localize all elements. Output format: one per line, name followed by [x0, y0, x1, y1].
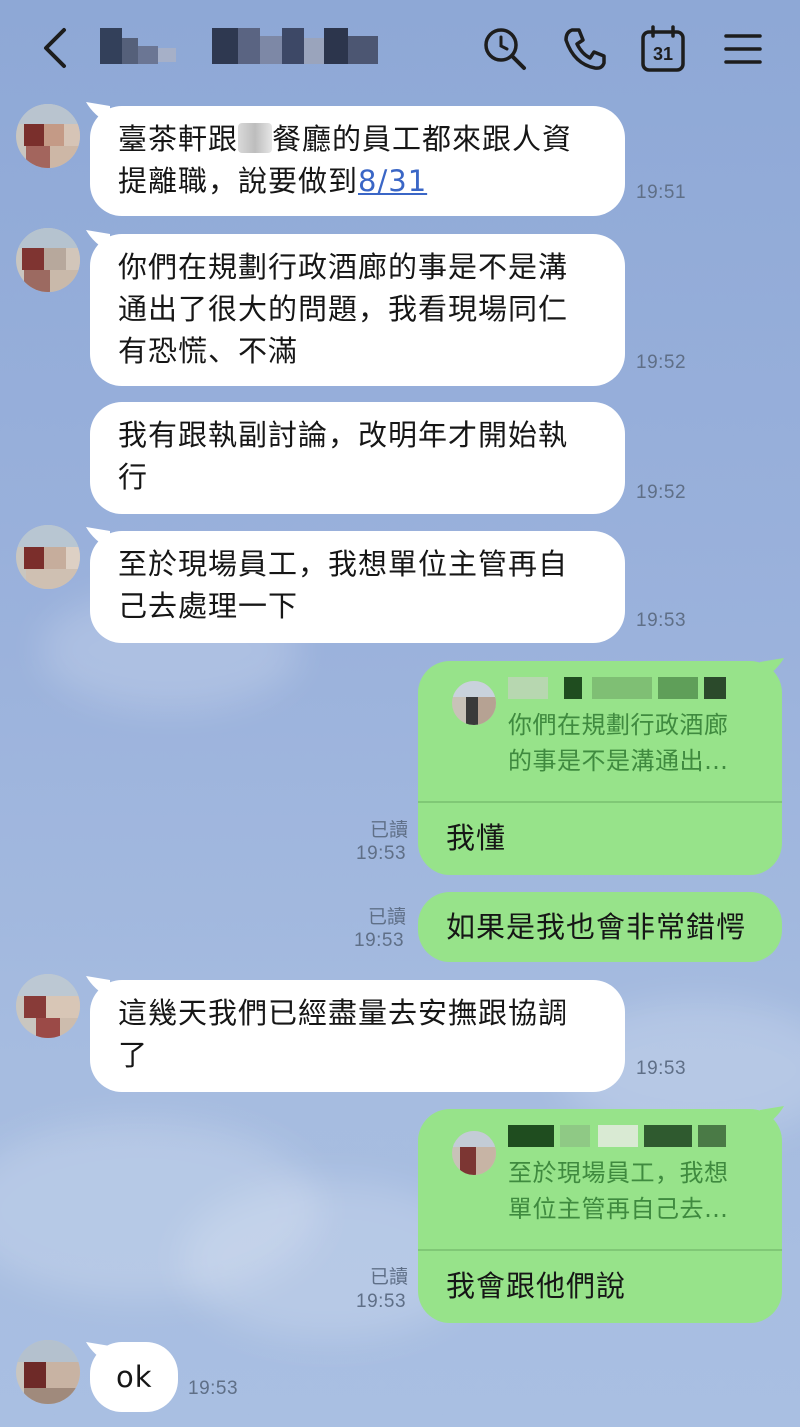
menu-icon	[724, 34, 762, 64]
quoted-sender-redacted	[508, 677, 744, 699]
search-button[interactable]	[480, 24, 530, 74]
quoted-message-text: 你們在規劃行政酒廊 的事是不是溝通出…	[508, 711, 729, 775]
message-bubble[interactable]: 至於現場員工，我想單位主管再自 己去處理一下	[90, 531, 625, 643]
message-time: 19:53	[636, 1058, 687, 1079]
message-text: 我懂	[446, 821, 507, 855]
date-link[interactable]: 8/31	[358, 164, 427, 198]
message-time: 19:53	[354, 930, 405, 951]
message-time: 19:53	[188, 1378, 239, 1399]
avatar[interactable]	[16, 1340, 80, 1404]
search-icon	[484, 28, 526, 70]
message-text: 至於現場員工，我想單位主管再自 己去處理一下	[118, 547, 569, 623]
reply-message-bubble[interactable]: 至於現場員工，我想 單位主管再自己去… 我會跟他們說	[418, 1109, 782, 1323]
chat-header: 31	[0, 0, 800, 96]
menu-button[interactable]	[718, 24, 768, 74]
chevron-left-icon	[44, 28, 66, 68]
message-bubble[interactable]: 如果是我也會非常錯愕	[418, 892, 782, 962]
calendar-icon: 31	[641, 25, 685, 72]
call-button[interactable]	[560, 24, 610, 74]
message-text: 臺茶軒跟 餐廳的員工都來跟人資 提離職，說要做到8/31	[118, 122, 573, 198]
message-text: 你們在規劃行政酒廊的事是不是溝 通出了很大的問題，我看現場同仁 有恐慌、不滿	[118, 250, 569, 368]
message-bubble[interactable]: 臺茶軒跟 餐廳的員工都來跟人資 提離職，說要做到8/31	[90, 106, 625, 216]
avatar[interactable]	[16, 104, 80, 168]
message-bubble[interactable]: 你們在規劃行政酒廊的事是不是溝 通出了很大的問題，我看現場同仁 有恐慌、不滿	[90, 234, 625, 386]
quoted-sender-redacted	[508, 1125, 744, 1147]
message-time: 19:51	[636, 182, 687, 203]
reply-message-bubble[interactable]: 你們在規劃行政酒廊 的事是不是溝通出… 我懂	[418, 661, 782, 875]
message-bubble[interactable]: 我有跟執副討論，改明年才開始執 行	[90, 402, 625, 514]
message-time: 19:53	[636, 610, 687, 631]
avatar[interactable]	[16, 525, 80, 589]
message-bubble[interactable]: ok	[90, 1342, 178, 1412]
calendar-day: 31	[653, 44, 673, 64]
avatar[interactable]	[16, 974, 80, 1038]
quote-divider	[418, 801, 782, 803]
message-time: 19:52	[636, 482, 687, 503]
back-button[interactable]	[34, 22, 78, 74]
message-time: 19:53	[356, 1291, 407, 1312]
message-text: 如果是我也會非常錯愕	[446, 910, 747, 944]
message-text: ok	[116, 1360, 153, 1394]
chat-title-redacted	[100, 28, 400, 64]
message-time: 19:52	[636, 352, 687, 373]
avatar[interactable]	[16, 228, 80, 292]
message-text: 這幾天我們已經盡量去安撫跟協調 了	[118, 996, 569, 1072]
message-text: 我會跟他們說	[446, 1269, 627, 1303]
quoted-avatar	[452, 681, 496, 725]
read-receipt: 已讀	[369, 1267, 408, 1288]
message-time: 19:53	[356, 843, 407, 864]
redacted-text	[238, 123, 273, 153]
calendar-button[interactable]: 31	[638, 24, 688, 74]
quote-divider	[418, 1249, 782, 1251]
quoted-message-text: 至於現場員工，我想 單位主管再自己去…	[508, 1159, 729, 1223]
read-receipt: 已讀	[369, 820, 408, 841]
message-text: 我有跟執副討論，改明年才開始執 行	[118, 418, 569, 494]
quoted-avatar	[452, 1131, 496, 1175]
read-receipt: 已讀	[367, 907, 406, 928]
phone-icon	[564, 28, 606, 70]
message-bubble[interactable]: 這幾天我們已經盡量去安撫跟協調 了	[90, 980, 625, 1092]
